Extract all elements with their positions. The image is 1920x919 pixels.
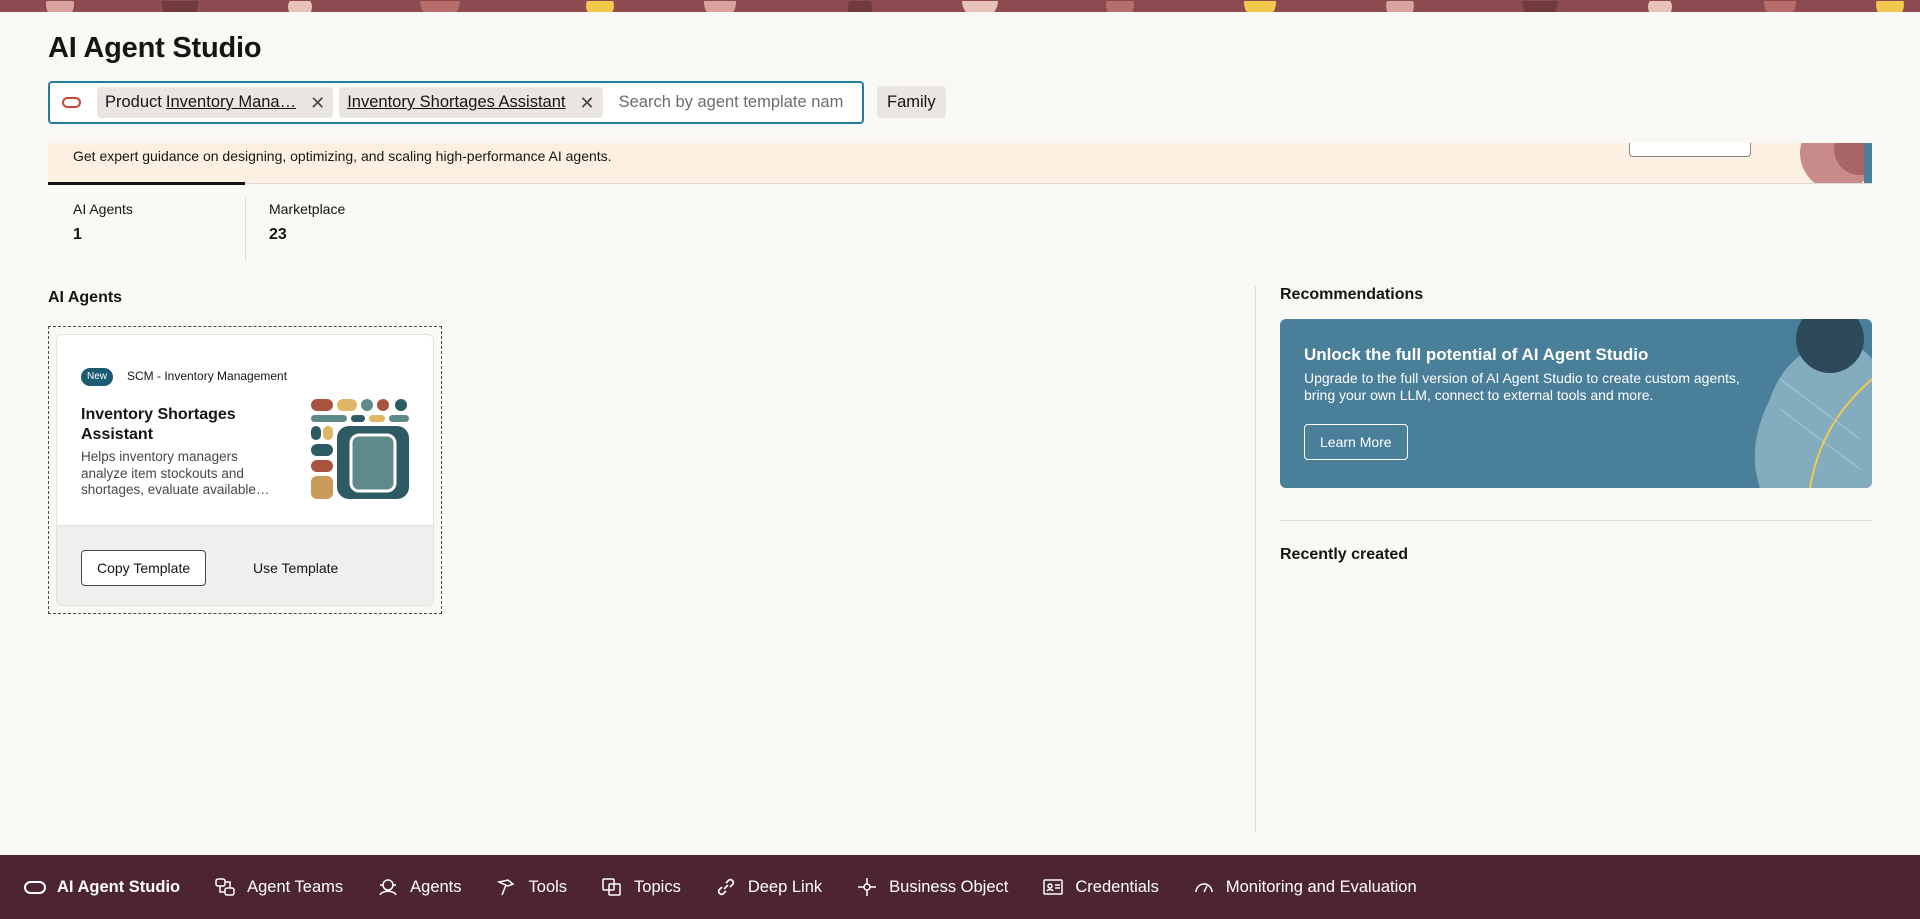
tab-count: 1	[73, 226, 82, 243]
hammer-icon	[496, 876, 518, 898]
gauge-icon	[1193, 876, 1215, 898]
business-object-icon	[856, 876, 878, 898]
column-divider	[1255, 286, 1256, 832]
nav-item-label: Credentials	[1075, 877, 1159, 896]
close-icon[interactable]: ✕	[310, 94, 325, 112]
tab-active-indicator	[48, 182, 245, 185]
guidance-banner: Get expert guidance on designing, optimi…	[48, 143, 1872, 183]
search-input[interactable]	[618, 93, 851, 112]
search-filter-bar[interactable]: Product Inventory Mana… ✕ Inventory Shor…	[48, 81, 864, 124]
chip-value: Inventory Shortages Assistant	[347, 93, 566, 111]
ai-agents-section-title: AI Agents	[48, 289, 123, 306]
promo-title: Unlock the full potential of AI Agent St…	[1304, 345, 1649, 364]
chip-value: Inventory Mana…	[165, 93, 297, 111]
header-pattern	[0, 0, 1920, 12]
promo-art	[1754, 319, 1872, 488]
nav-item-label: Business Object	[889, 877, 1009, 896]
header-decorative-band	[0, 0, 1920, 12]
tab-separator	[245, 197, 246, 260]
promo-description: Upgrade to the full version of AI Agent …	[1304, 370, 1740, 403]
copy-template-button[interactable]: Copy Template	[81, 550, 207, 586]
family-filter-button[interactable]: Family	[877, 86, 946, 118]
nav-item-deep-link[interactable]: Deep Link	[715, 876, 822, 898]
tabs-divider	[48, 183, 1872, 184]
oracle-icon	[62, 97, 81, 108]
card-description: Helps inventory managers analyze item st…	[81, 449, 270, 497]
nav-item-agent-teams[interactable]: Agent Teams	[214, 876, 343, 898]
card-category: SCM - Inventory Management	[127, 369, 288, 383]
recently-created-title: Recently created	[1280, 546, 1409, 563]
nav-item-monitoring-and-evaluation[interactable]: Monitoring and Evaluation	[1193, 876, 1417, 898]
nav-item-label: Tools	[528, 877, 568, 896]
tab-marketplace[interactable]: Marketplace 23	[269, 201, 345, 244]
agents-icon	[377, 876, 399, 898]
banner-art	[1800, 143, 1872, 183]
nav-item-topics[interactable]: Topics	[601, 876, 681, 898]
credentials-icon	[1042, 876, 1064, 898]
nav-item-ai-agent-studio[interactable]: AI Agent Studio	[24, 876, 180, 898]
nav-item-tools[interactable]: Tools	[496, 876, 568, 898]
oracle-icon	[24, 876, 46, 898]
card-title: Inventory Shortages Assistant	[81, 406, 236, 443]
nav-item-label: Monitoring and Evaluation	[1225, 877, 1417, 896]
agent-illustration	[311, 399, 409, 499]
chip-label: Product	[105, 93, 162, 111]
banner-text: Get expert guidance on designing, optimi…	[73, 148, 612, 164]
recommendations-title: Recommendations	[1280, 286, 1424, 303]
page-title: AI Agent Studio	[48, 32, 262, 64]
card-actions: Copy Template Use Template	[57, 525, 433, 605]
learn-more-button[interactable]: Learn More	[1304, 424, 1408, 460]
close-icon[interactable]: ✕	[580, 94, 595, 112]
topics-icon	[601, 876, 623, 898]
nav-item-agents[interactable]: Agents	[377, 876, 462, 898]
use-template-button[interactable]: Use Template	[243, 550, 348, 586]
agent-card-focus-outline: New SCM - Inventory Management Inventory…	[48, 326, 442, 614]
nav-item-label: Agents	[410, 877, 462, 896]
agent-teams-icon	[214, 876, 236, 898]
banner-button[interactable]	[1629, 143, 1751, 157]
nav-item-business-object[interactable]: Business Object	[856, 876, 1008, 898]
filter-chip-agent[interactable]: Inventory Shortages Assistant ✕	[339, 87, 603, 118]
agent-card[interactable]: New SCM - Inventory Management Inventory…	[56, 334, 434, 606]
tab-label: Marketplace	[269, 201, 346, 217]
nav-item-label: Agent Teams	[247, 877, 344, 896]
filter-chip-product[interactable]: Product Inventory Mana… ✕	[97, 87, 334, 118]
nav-item-label: AI Agent Studio	[57, 877, 181, 896]
nav-item-label: Topics	[634, 877, 681, 896]
upgrade-promo-card: Unlock the full potential of AI Agent St…	[1280, 319, 1872, 488]
nav-item-credentials[interactable]: Credentials	[1042, 876, 1159, 898]
bottom-navigation: AI Agent Studio Agent Teams Agents Tools…	[0, 855, 1920, 919]
tab-ai-agents[interactable]: AI Agents 1	[73, 201, 133, 244]
nav-item-label: Deep Link	[747, 877, 823, 896]
tab-label: AI Agents	[73, 201, 133, 217]
agent-card-body: New SCM - Inventory Management Inventory…	[57, 335, 433, 525]
link-icon	[715, 876, 737, 898]
new-badge: New	[81, 368, 114, 386]
section-divider	[1280, 520, 1872, 521]
tab-count: 23	[269, 226, 287, 243]
